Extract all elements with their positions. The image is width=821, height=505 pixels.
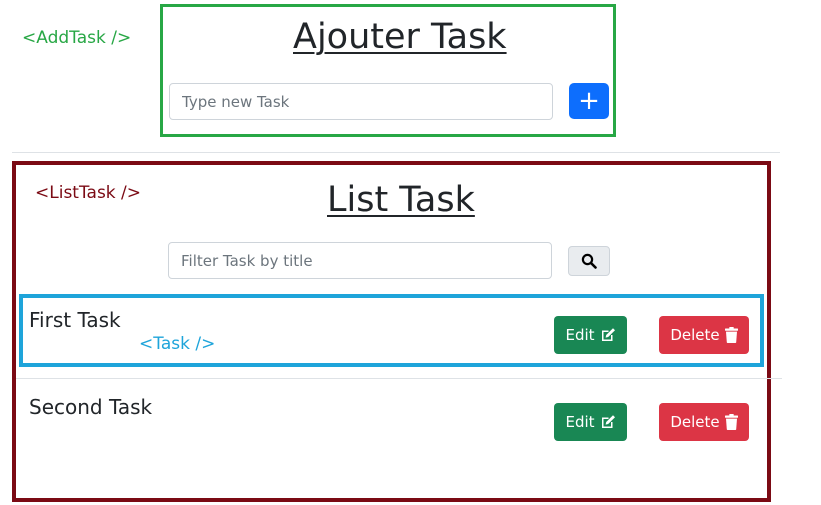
add-task-title: Ajouter Task	[293, 17, 507, 57]
delete-button-label: Delete	[670, 326, 720, 344]
trash-icon	[724, 414, 738, 430]
task-title: Second Task	[29, 395, 153, 419]
trash-icon	[724, 327, 738, 343]
edit-button-label: Edit	[565, 413, 595, 431]
edit-icon	[601, 415, 615, 428]
edit-task-button[interactable]: Edit	[554, 316, 627, 354]
edit-task-button[interactable]: Edit	[554, 403, 627, 441]
new-task-input[interactable]	[169, 83, 553, 120]
listtask-component-annotation: <ListTask />	[35, 183, 142, 203]
task-divider	[16, 378, 782, 379]
task-title: First Task	[29, 308, 121, 332]
task-component-annotation: <Task />	[139, 334, 216, 354]
delete-task-button[interactable]: Delete	[659, 316, 749, 354]
edit-button-label: Edit	[565, 326, 595, 344]
delete-button-label: Delete	[670, 413, 720, 431]
search-button[interactable]	[568, 246, 610, 276]
addtask-component-annotation: <AddTask />	[22, 28, 132, 48]
add-task-button[interactable]: +	[569, 83, 609, 119]
task-component-outline	[19, 294, 764, 367]
edit-icon	[601, 328, 615, 341]
filter-task-input[interactable]	[168, 242, 552, 279]
search-icon	[581, 253, 597, 269]
delete-task-button[interactable]: Delete	[659, 403, 749, 441]
plus-icon: +	[578, 86, 600, 116]
section-divider	[12, 152, 780, 153]
list-task-title: List Task	[327, 180, 475, 220]
